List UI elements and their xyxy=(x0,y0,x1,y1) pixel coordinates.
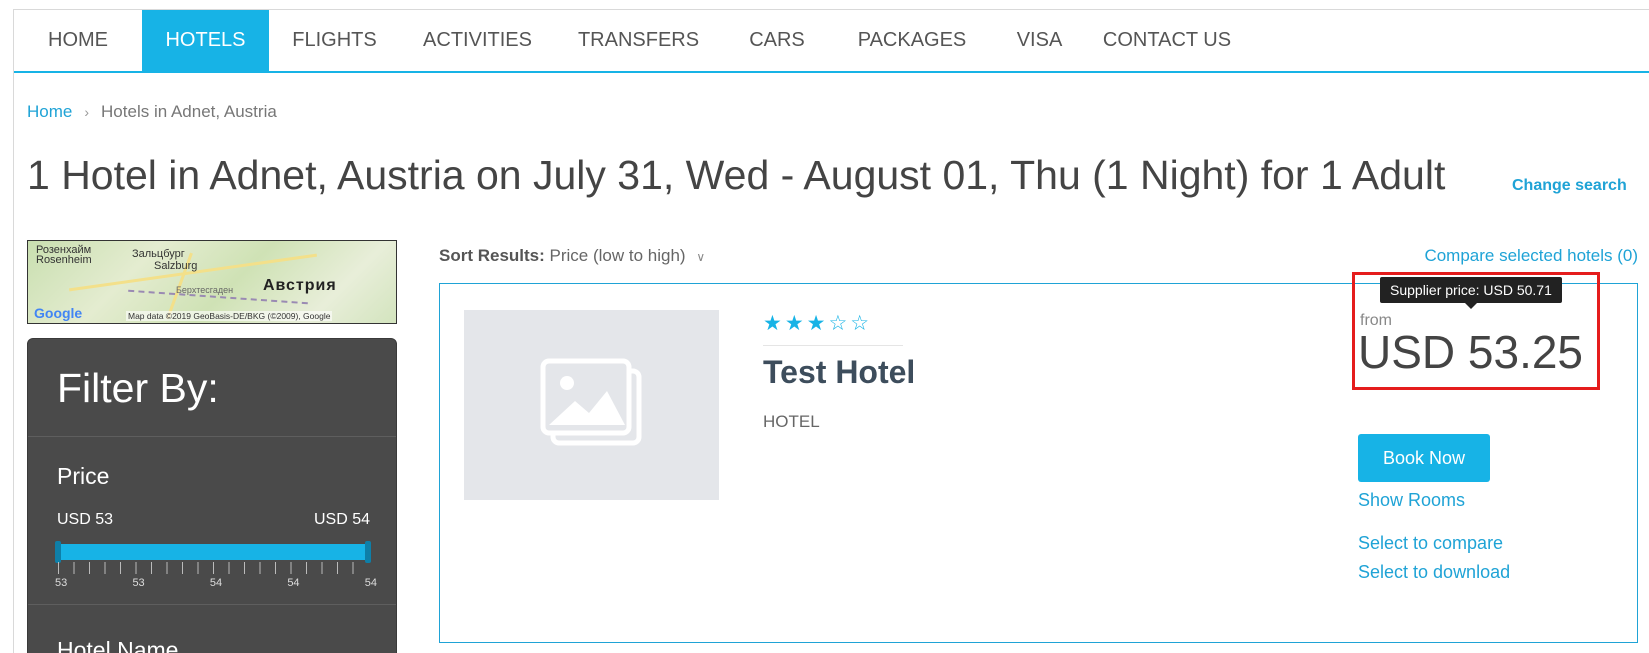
show-rooms-link[interactable]: Show Rooms xyxy=(1358,490,1465,511)
compare-selected-link[interactable]: Compare selected hotels (0) xyxy=(1424,246,1638,266)
divider xyxy=(28,436,396,437)
sort-value: Price (low to high) xyxy=(549,246,686,265)
map-label-berchtesgaden: Берхтесгаден xyxy=(176,285,234,295)
nav-hotels[interactable]: HOTELS xyxy=(142,10,269,71)
filter-panel: Filter By: Price USD 53 USD 54 53 53 54 … xyxy=(27,338,397,653)
main-nav: HOME HOTELS FLIGHTS ACTIVITIES TRANSFERS… xyxy=(14,10,1649,73)
select-to-download-link[interactable]: Select to download xyxy=(1358,562,1510,583)
nav-activities[interactable]: ACTIVITIES xyxy=(400,10,555,71)
price-range-slider[interactable] xyxy=(57,544,369,560)
divider xyxy=(763,345,903,346)
nav-flights[interactable]: FLIGHTS xyxy=(269,10,400,71)
hotel-type: HOTEL xyxy=(763,412,820,431)
nav-contact-us[interactable]: CONTACT US xyxy=(1087,10,1247,71)
hotel-result-card: ★★★☆☆ Test Hotel HOTEL from USD 53.25 Su… xyxy=(439,272,1638,643)
slider-min-handle[interactable] xyxy=(55,541,61,563)
sort-label: Sort Results: xyxy=(439,246,545,265)
hotel-image-placeholder[interactable] xyxy=(464,310,719,500)
map-label-rosenheim: Rosenheim xyxy=(36,254,92,266)
price-filter-label: Price xyxy=(57,463,110,489)
chevron-right-icon: › xyxy=(84,104,90,120)
nav-visa[interactable]: VISA xyxy=(992,10,1087,71)
price-min-value: USD 53 xyxy=(57,511,114,528)
breadcrumb: Home › Hotels in Adnet, Austria xyxy=(27,102,277,122)
hotel-name[interactable]: Test Hotel xyxy=(763,354,915,391)
slider-max-handle[interactable] xyxy=(365,541,371,563)
chevron-down-icon: ∨ xyxy=(696,250,706,264)
filter-title: Filter By: xyxy=(57,365,219,411)
page-title: 1 Hotel in Adnet, Austria on July 31, We… xyxy=(27,152,1446,198)
map-attribution: Map data ©2019 GeoBasis-DE/BKG (©2009), … xyxy=(126,311,333,321)
hotel-name-filter-label: Hotel Name xyxy=(57,637,179,653)
nav-packages[interactable]: PACKAGES xyxy=(832,10,992,71)
supplier-price-tooltip: Supplier price: USD 50.71 xyxy=(1380,277,1562,309)
tick-label: 54 xyxy=(364,577,377,589)
divider xyxy=(28,604,396,605)
breadcrumb-current: Hotels in Adnet, Austria xyxy=(101,102,277,121)
tick-label: 53 xyxy=(55,577,68,589)
location-map[interactable]: Розенхайм Rosenheim Зальцбург Salzburg Б… xyxy=(27,240,397,324)
sort-dropdown[interactable]: Sort Results: Price (low to high) ∨ xyxy=(439,246,705,266)
map-label-salzburg-ru: Зальцбург xyxy=(132,248,185,260)
tick-label: 54 xyxy=(287,577,300,589)
tick-label: 54 xyxy=(209,577,223,589)
price-max-value: USD 54 xyxy=(313,511,370,528)
nav-home[interactable]: HOME xyxy=(14,10,142,71)
image-placeholder-icon xyxy=(540,358,641,446)
breadcrumb-home-link[interactable]: Home xyxy=(27,102,72,122)
star-rating: ★★★☆☆ xyxy=(763,312,873,335)
nav-cars[interactable]: CARS xyxy=(722,10,832,71)
slider-ticks xyxy=(58,562,368,574)
slider-tick-labels: 53 53 54 54 54 xyxy=(55,577,377,589)
map-label-salzburg: Salzburg xyxy=(154,260,198,272)
google-logo: Google xyxy=(34,305,83,321)
select-to-compare-link[interactable]: Select to compare xyxy=(1358,533,1503,554)
map-label-austria: Австрия xyxy=(263,277,337,294)
nav-transfers[interactable]: TRANSFERS xyxy=(555,10,722,71)
change-search-link[interactable]: Change search xyxy=(1512,177,1627,195)
book-now-button[interactable]: Book Now xyxy=(1358,434,1490,482)
tick-label: 53 xyxy=(132,577,145,589)
